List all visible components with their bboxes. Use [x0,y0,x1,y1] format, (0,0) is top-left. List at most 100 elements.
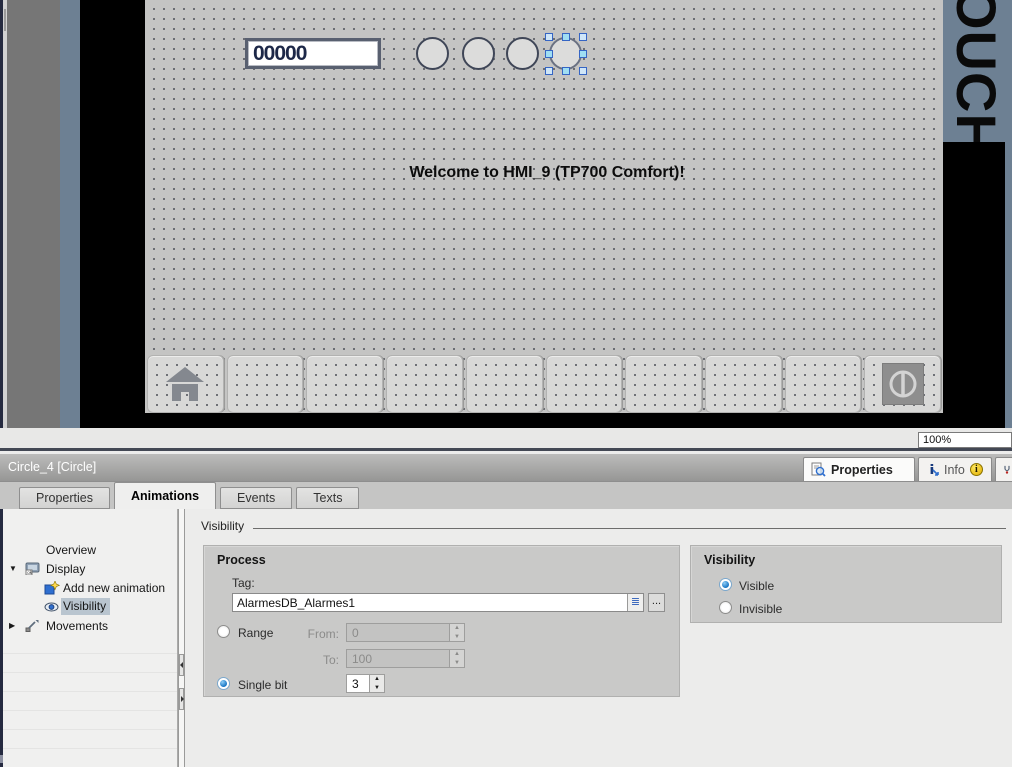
invisible-radio[interactable] [719,601,732,614]
resize-handle-e[interactable] [579,50,587,58]
function-key-7[interactable] [625,355,702,413]
function-key-home[interactable] [147,355,224,413]
workspace-margin [7,0,60,428]
single-bit-field: 3 ▲ ▼ [346,674,385,693]
visibility-group-title: Visibility [704,553,755,567]
panel-bezel-right [943,142,1005,428]
info-badge-icon: i [970,463,983,476]
function-key-bar [147,355,941,413]
spinner-down-icon[interactable]: ▼ [450,633,464,642]
movements-icon [25,619,39,632]
side-tab-properties[interactable]: Properties [803,457,915,481]
process-group: Process Tag: ≣ ... Range From: 0 ▲ ▼ [203,545,680,697]
circle-object-2[interactable] [462,37,495,70]
visibility-settings-pane: Visibility Process Tag: ≣ ... Range From… [185,509,1012,767]
splitter-collapse-left-button[interactable] [179,654,184,676]
tree-item-overview[interactable]: Overview [3,540,177,559]
visibility-group: Visibility Visible Invisible [690,545,1002,623]
resize-handle-w[interactable] [545,50,553,58]
tag-list-icon[interactable]: ≣ [627,594,643,611]
hmi-screen-editor: 00000 Welcome to HMI_9 (TP700 Comfort)! [0,0,1012,428]
tab-properties[interactable]: Properties [19,487,110,509]
single-bit-input[interactable]: 3 [346,674,370,693]
single-bit-radio[interactable] [217,677,230,690]
resize-handle-n[interactable] [562,33,570,41]
caret-down-icon[interactable]: ▼ [9,564,17,573]
animation-tree: Overview ▼ ok Display [3,509,178,767]
spinner-up-icon[interactable]: ▲ [450,650,464,659]
circle-object-1[interactable] [416,37,449,70]
from-input[interactable]: 0 [346,623,450,642]
io-field-object[interactable]: 00000 [245,38,381,69]
function-key-3[interactable] [306,355,383,413]
brand-text: OUCH [947,0,1005,142]
tree-item-visibility[interactable]: Visibility [3,597,177,616]
function-key-5[interactable] [466,355,543,413]
side-tab-diagnostics[interactable] [995,457,1012,481]
to-field: 100 ▲ ▼ [346,649,465,668]
inspector-title-bar: Circle_4 [Circle] Properties Info i [0,454,1012,481]
function-key-6[interactable] [546,355,623,413]
tag-field[interactable]: ≣ [232,593,644,612]
resize-handle-nw[interactable] [545,33,553,41]
invisible-label: Invisible [739,602,782,616]
info-icon [926,463,939,477]
spinner-up-icon[interactable]: ▲ [450,624,464,633]
from-spinner[interactable]: ▲ ▼ [450,623,465,642]
from-field: 0 ▲ ▼ [346,623,465,642]
eye-icon [44,602,59,612]
range-radio[interactable] [217,625,230,638]
tab-texts[interactable]: Texts [296,487,359,509]
spinner-down-icon[interactable]: ▼ [450,659,464,668]
function-key-9[interactable] [785,355,862,413]
circle-object-3[interactable] [506,37,539,70]
section-divider [253,528,1006,529]
resize-handle-sw[interactable] [545,67,553,75]
screen-canvas[interactable]: 00000 Welcome to HMI_9 (TP700 Comfort)! [145,0,943,413]
visible-radio[interactable] [719,578,732,591]
tree-item-movements[interactable]: ▶ Movements [3,616,177,635]
side-tab-info[interactable]: Info i [918,457,992,481]
workspace-right-strip [1005,0,1012,428]
caret-right-icon[interactable]: ▶ [9,621,15,630]
tia-portal-window: 00000 Welcome to HMI_9 (TP700 Comfort)! [0,0,1012,767]
selection-handles[interactable] [545,33,587,75]
tree-item-add-new-animation[interactable]: Add new animation [3,578,177,597]
resize-handle-se[interactable] [579,67,587,75]
power-icon [882,363,924,405]
visible-label: Visible [739,579,774,593]
editor-status-bar: 100% [0,428,1012,451]
zoom-level-select[interactable]: 100% [918,432,1012,448]
inspector-content: Overview ▼ ok Display [0,509,1012,767]
to-input[interactable]: 100 [346,649,450,668]
svg-text:ok: ok [27,570,33,575]
tab-events[interactable]: Events [220,487,292,509]
single-bit-spinner[interactable]: ▲ ▼ [370,674,385,693]
tab-animations[interactable]: Animations [114,482,216,509]
function-key-2[interactable] [227,355,304,413]
range-label: Range [238,626,273,640]
panel-bezel-brand: OUCH [943,0,1012,142]
display-icon: ok [25,562,40,575]
function-key-4[interactable] [386,355,463,413]
welcome-text-object[interactable]: Welcome to HMI_9 (TP700 Comfort)! [347,164,747,182]
splitter-collapse-right-button[interactable] [179,688,184,710]
function-key-8[interactable] [705,355,782,413]
panel-splitter[interactable] [178,509,185,767]
tree-item-display[interactable]: ▼ ok Display [3,559,177,578]
resize-handle-s[interactable] [562,67,570,75]
resize-handle-ne[interactable] [579,33,587,41]
tag-input[interactable] [233,596,627,610]
io-field-value: 00000 [248,42,306,66]
to-label: To: [279,653,339,667]
home-icon [163,364,207,404]
tag-browse-button[interactable]: ... [648,593,665,612]
inspector-title: Circle_4 [Circle] [8,460,96,474]
to-spinner[interactable]: ▲ ▼ [450,649,465,668]
function-key-power[interactable] [864,355,941,413]
spinner-down-icon[interactable]: ▼ [370,684,384,693]
workspace-background [60,0,80,428]
single-bit-label: Single bit [238,678,287,692]
spinner-up-icon[interactable]: ▲ [370,675,384,684]
inspector-nav-tabs: Properties Animations Events Texts [0,481,1012,509]
